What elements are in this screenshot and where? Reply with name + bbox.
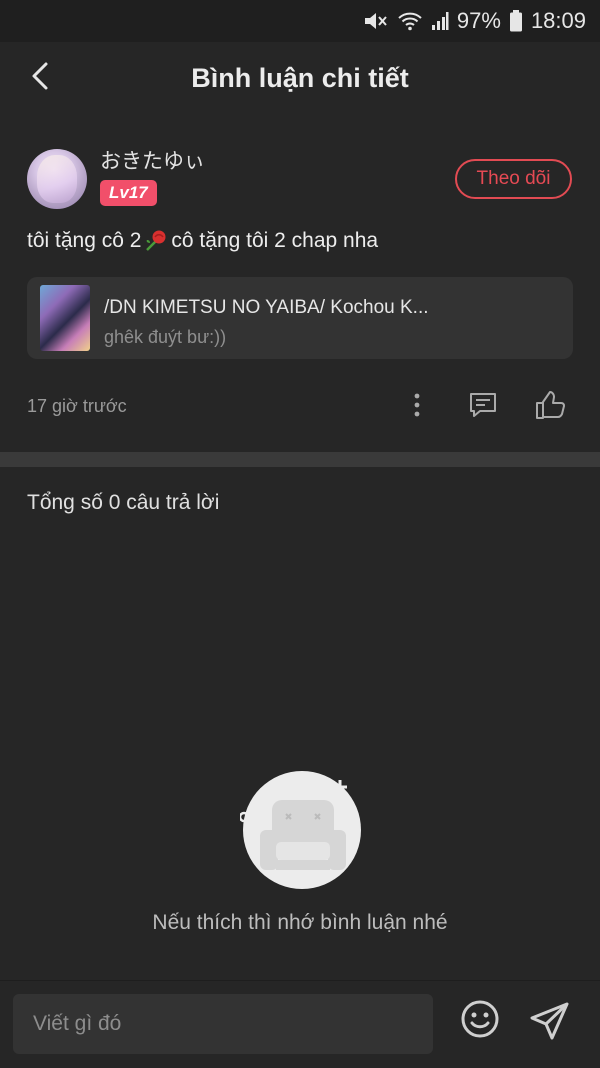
app-bar: Bình luận chi tiết <box>0 42 600 115</box>
back-button[interactable] <box>18 56 62 100</box>
comment-time: 17 giờ trước <box>27 396 127 416</box>
story-subtitle: ghêk đuýt bư:)) <box>104 327 227 347</box>
mute-icon <box>363 10 389 32</box>
comment-card: おきたゆぃ Lv17 Theo dõi tôi tặng cô 2 cô tặn… <box>0 114 600 452</box>
more-button[interactable] <box>400 390 434 424</box>
like-icon <box>534 390 566 425</box>
avatar[interactable] <box>27 149 87 209</box>
level-badge: Lv17 <box>100 180 157 206</box>
reply-count: Tổng số 0 câu trả lời <box>27 491 220 514</box>
username[interactable]: おきたゆぃ <box>100 145 205 175</box>
empty-state-text: Nếu thích thì nhớ bình luận nhé <box>152 911 448 934</box>
composer-bar <box>0 980 600 1068</box>
page-title: Bình luận chi tiết <box>191 62 409 93</box>
comment-icon <box>468 391 498 424</box>
section-divider <box>0 452 600 467</box>
comment-text-part-2: cô tặng tôi 2 chap nha <box>171 229 379 252</box>
send-button[interactable] <box>524 997 576 1049</box>
comment-input[interactable] <box>13 994 433 1054</box>
battery-icon <box>509 10 523 32</box>
reply-button[interactable] <box>465 390 501 424</box>
wifi-icon <box>397 10 423 32</box>
clock: 18:09 <box>530 8 586 33</box>
comment-text: tôi tặng cô 2 cô tặng tôi 2 chap nha <box>27 228 378 254</box>
follow-button[interactable]: Theo dõi <box>455 159 572 199</box>
like-button[interactable] <box>532 390 568 424</box>
emoji-button[interactable] <box>456 997 504 1045</box>
rose-emoji-icon <box>143 228 169 254</box>
chevron-left-icon <box>30 61 50 96</box>
empty-sofa-icon <box>238 771 361 889</box>
status-bar: 97% 18:09 <box>0 0 600 42</box>
battery-percent: 97% <box>456 8 501 33</box>
more-vertical-icon <box>413 392 421 423</box>
send-icon <box>529 1000 571 1047</box>
signal-icon <box>431 11 449 31</box>
story-title: /DN KIMETSU NO YAIBA/ Kochou K... <box>104 297 429 318</box>
comment-text-part-1: tôi tặng cô 2 <box>27 229 142 252</box>
empty-state-illustration <box>238 770 364 894</box>
story-cover <box>40 285 90 351</box>
story-link[interactable]: /DN KIMETSU NO YAIBA/ Kochou K... ghêk đ… <box>27 277 573 359</box>
smiley-icon <box>460 999 500 1044</box>
